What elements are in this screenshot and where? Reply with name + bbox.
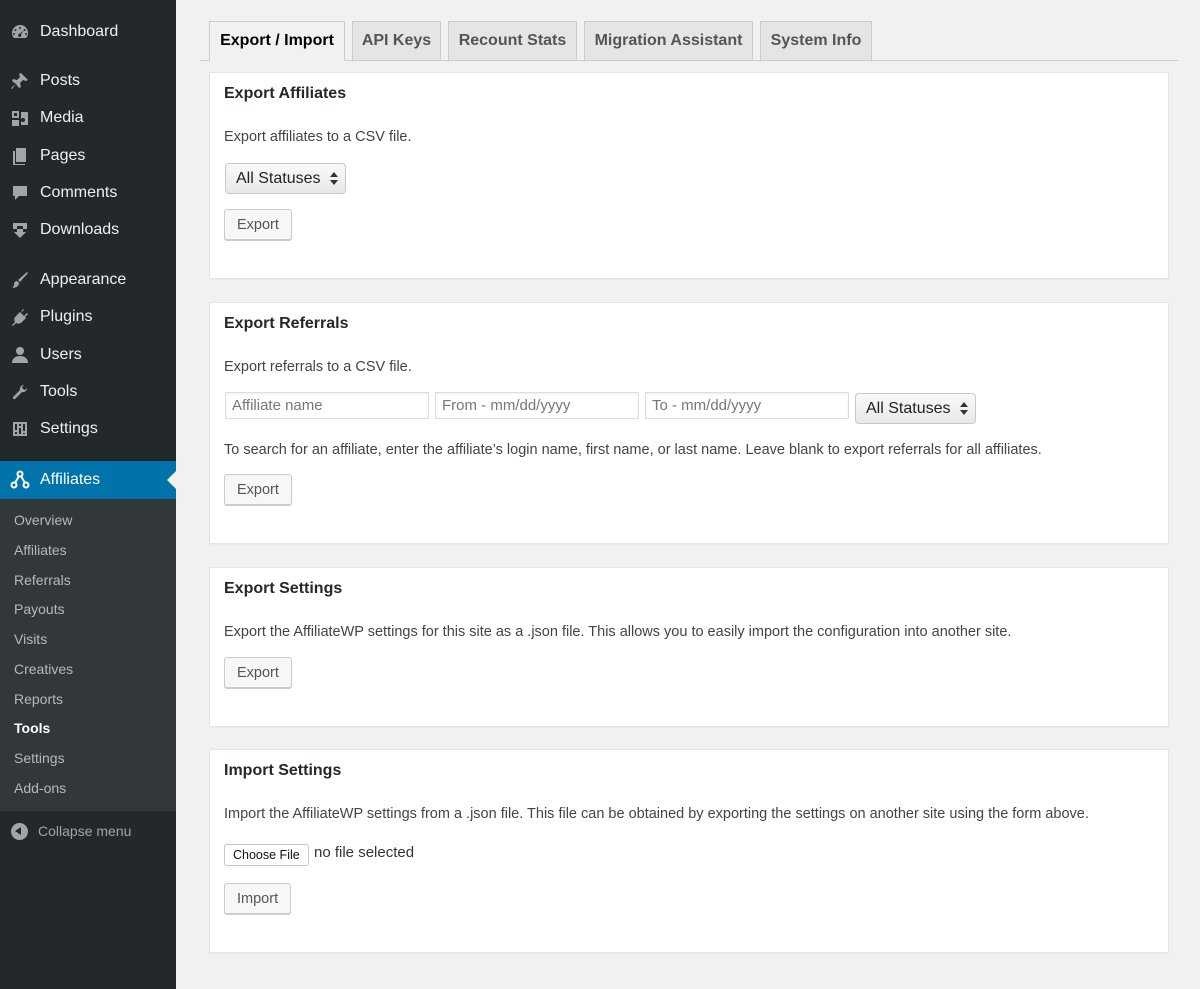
menu-label: Appearance <box>40 271 127 288</box>
user-icon <box>0 337 40 373</box>
to-date-input[interactable] <box>645 392 849 419</box>
media-icon <box>0 100 40 136</box>
submenu-item-settings[interactable]: Settings <box>14 746 65 770</box>
card-description: Export referrals to a CSV file. <box>224 359 412 375</box>
choose-file-button[interactable]: Choose File <box>224 844 309 866</box>
brush-icon <box>0 262 40 298</box>
admin-sidebar: Dashboard Posts Media Pages Comments Dow… <box>0 0 176 989</box>
menu-item-comments[interactable]: Comments <box>0 175 176 211</box>
tab-migration-assistant[interactable]: Migration Assistant <box>584 21 753 61</box>
export-referrals-button[interactable]: Export <box>224 474 292 505</box>
menu-label: Affiliates <box>40 471 101 488</box>
from-date-input[interactable] <box>435 392 639 419</box>
tab-recount-stats[interactable]: Recount Stats <box>448 21 577 61</box>
dashboard-icon <box>0 14 40 50</box>
menu-item-dashboard[interactable]: Dashboard <box>0 14 176 50</box>
tab-export-import[interactable]: Export / Import <box>209 21 345 61</box>
menu-item-affiliates[interactable]: Affiliates <box>0 461 176 499</box>
menu-item-downloads[interactable]: Downloads <box>0 212 176 248</box>
tab-system-info[interactable]: System Info <box>760 21 872 61</box>
submenu-item-overview[interactable]: Overview <box>14 508 72 532</box>
export-affiliates-button[interactable]: Export <box>224 209 292 240</box>
card-title: Export Referrals <box>224 315 349 332</box>
submenu-item-referrals[interactable]: Referrals <box>14 568 71 592</box>
download-icon <box>0 212 40 248</box>
menu-label: Comments <box>40 184 118 201</box>
select-value: All Statuses <box>866 399 951 417</box>
card-description: Export affiliates to a CSV file. <box>224 129 412 145</box>
wrench-icon <box>0 374 40 410</box>
menu-label: Media <box>40 109 84 126</box>
menu-item-media[interactable]: Media <box>0 100 176 136</box>
menu-label: Downloads <box>40 221 120 238</box>
pin-icon <box>0 63 40 99</box>
menu-item-users[interactable]: Users <box>0 337 176 373</box>
affiliate-status-select[interactable]: All Statuses <box>225 163 346 194</box>
select-arrows-icon <box>960 402 968 416</box>
import-settings-card: Import Settings Import the AffiliateWP s… <box>209 749 1169 953</box>
affiliate-network-icon <box>0 462 40 498</box>
menu-item-pages[interactable]: Pages <box>0 138 176 174</box>
menu-label: Posts <box>40 72 81 89</box>
menu-item-plugins[interactable]: Plugins <box>0 299 176 335</box>
submenu-item-payouts[interactable]: Payouts <box>14 597 65 621</box>
file-status-text: no file selected <box>314 844 415 861</box>
submenu-item-add-ons[interactable]: Add-ons <box>14 776 66 800</box>
export-referrals-card: Export Referrals Export referrals to a C… <box>209 302 1169 544</box>
sliders-icon <box>0 411 40 447</box>
submenu-item-tools[interactable]: Tools <box>14 716 50 740</box>
export-settings-card: Export Settings Export the AffiliateWP s… <box>209 567 1169 727</box>
comment-icon <box>0 175 40 211</box>
pages-icon <box>0 138 40 174</box>
menu-label: Users <box>40 346 82 363</box>
submenu-item-reports[interactable]: Reports <box>14 687 63 711</box>
tab-api-keys[interactable]: API Keys <box>352 21 441 61</box>
menu-label: Dashboard <box>40 23 119 40</box>
collapse-menu-label: Collapse menu <box>38 823 132 839</box>
card-title: Export Settings <box>224 580 343 597</box>
import-settings-button[interactable]: Import <box>224 883 292 914</box>
collapse-arrow-icon <box>0 822 38 840</box>
card-description: Import the AffiliateWP settings from a .… <box>224 806 1089 822</box>
menu-item-appearance[interactable]: Appearance <box>0 262 176 298</box>
select-value: All Statuses <box>236 169 321 187</box>
menu-item-tools[interactable]: Tools <box>0 374 176 410</box>
card-description: Export the AffiliateWP settings for this… <box>224 624 1012 640</box>
menu-label: Pages <box>40 147 86 164</box>
affiliate-search-help: To search for an affiliate, enter the af… <box>224 442 1042 458</box>
select-arrows-icon <box>330 172 338 186</box>
menu-label: Settings <box>40 420 98 437</box>
affiliate-name-input[interactable] <box>225 392 429 419</box>
menu-item-posts[interactable]: Posts <box>0 63 176 99</box>
referral-status-select[interactable]: All Statuses <box>855 393 976 424</box>
card-title: Import Settings <box>224 762 342 779</box>
menu-label: Tools <box>40 383 78 400</box>
menu-item-settings[interactable]: Settings <box>0 411 176 447</box>
export-settings-button[interactable]: Export <box>224 657 292 688</box>
plugin-icon <box>0 299 40 335</box>
submenu-item-creatives[interactable]: Creatives <box>14 657 73 681</box>
export-affiliates-card: Export Affiliates Export affiliates to a… <box>209 72 1169 279</box>
submenu-item-affiliates[interactable]: Affiliates <box>14 538 67 562</box>
affiliates-submenu: Overview Affiliates Referrals Payouts Vi… <box>0 499 176 811</box>
submenu-item-visits[interactable]: Visits <box>14 627 47 651</box>
card-title: Export Affiliates <box>224 85 347 102</box>
menu-label: Plugins <box>40 308 93 325</box>
collapse-menu-button[interactable]: Collapse menu <box>0 818 176 844</box>
